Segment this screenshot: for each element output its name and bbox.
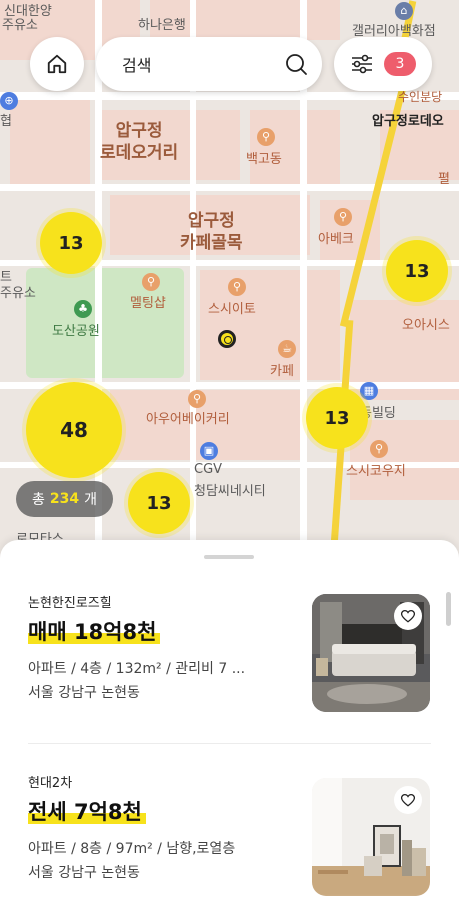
total-count-pill: 총 234 개 xyxy=(16,481,114,517)
road xyxy=(95,0,102,560)
map-label: 도산공원 xyxy=(52,324,100,339)
map-label: 주유소 xyxy=(0,286,36,301)
cluster-marker[interactable]: 13 xyxy=(386,240,448,302)
current-location-marker[interactable] xyxy=(218,330,236,348)
home-icon xyxy=(47,54,67,74)
map-label: 스시이토 xyxy=(208,302,256,317)
map-label: 오아시스 xyxy=(402,318,450,333)
map-label: 협 xyxy=(0,114,12,129)
cluster-marker[interactable]: 13 xyxy=(128,472,190,534)
heart-icon xyxy=(401,609,415,623)
bottom-fade xyxy=(0,894,459,924)
map-label: CGV xyxy=(194,462,223,477)
restaurant-icon: ⚲ xyxy=(188,390,206,408)
map-label: 주유소 xyxy=(2,18,38,33)
listing-name: 논현한진로즈힐 xyxy=(28,596,112,611)
map-label: 압구정 카페골목 xyxy=(180,211,243,253)
map-label: 하나은행 xyxy=(138,18,186,33)
listing-address: 서울 강남구 논현동 xyxy=(28,865,140,881)
listing-price-text: 전세 7억8천 xyxy=(28,800,146,824)
listing-price: 전세 7억8천 xyxy=(28,796,146,826)
listing-thumbnail[interactable] xyxy=(312,778,430,896)
filter-sliders-icon xyxy=(352,54,372,74)
restaurant-icon: ⚲ xyxy=(257,128,275,146)
map-label: 아우어베이커리 xyxy=(146,412,230,427)
road xyxy=(0,184,459,191)
department-store-icon: ⌂ xyxy=(395,2,413,20)
listing-name: 현대2차 xyxy=(28,776,73,791)
search-placeholder: 검색 xyxy=(122,56,152,75)
total-prefix: 총 xyxy=(32,492,45,508)
favorite-button[interactable] xyxy=(394,602,422,630)
subway-icon: ⊕ xyxy=(0,92,18,110)
building-icon: ▦ xyxy=(360,382,378,400)
listing-divider xyxy=(28,743,431,744)
heart-icon xyxy=(401,793,415,807)
cluster-marker[interactable]: 13 xyxy=(306,387,368,449)
map-label: 카페 xyxy=(270,364,294,379)
total-suffix: 개 xyxy=(84,492,98,508)
map-label: 멜팅샵 xyxy=(130,296,166,311)
dosan-park-area xyxy=(26,268,184,378)
cafe-icon: ☕ xyxy=(278,340,296,358)
map-label: 압구정로데오 xyxy=(372,114,444,129)
total-count: 234 xyxy=(49,491,80,507)
listing-address: 서울 강남구 논현동 xyxy=(28,685,140,701)
map-label: 백고동 xyxy=(246,152,282,167)
map-label: 스시코우지 xyxy=(346,464,406,479)
listing-thumbnail[interactable] xyxy=(312,594,430,712)
listing-sheet[interactable]: 논현한진로즈힐 매매 18억8천 아파트 / 4층 / 132m² / 관리비 … xyxy=(0,540,459,924)
park-icon: ♣ xyxy=(74,300,92,318)
map-label: 아베크 xyxy=(318,232,354,247)
listing-price: 매매 18억8천 xyxy=(28,616,161,646)
cinema-icon: ▣ xyxy=(200,442,218,460)
cluster-marker[interactable]: 48 xyxy=(26,382,122,478)
home-button[interactable] xyxy=(30,37,84,91)
search-icon[interactable] xyxy=(284,52,308,76)
app-root: 신대한양 주유소 하나은행 갤러리아백화점 수인분당 압구정로데오 협 압구정 … xyxy=(0,0,459,924)
restaurant-icon: ⚲ xyxy=(370,440,388,458)
sheet-drag-handle[interactable] xyxy=(204,555,254,559)
favorite-button[interactable] xyxy=(394,786,422,814)
restaurant-icon: ⚲ xyxy=(334,208,352,226)
listing-description: 아파트 / 8층 / 97m² / 남향,로열층 xyxy=(28,841,236,857)
search-bar[interactable]: 검색 xyxy=(96,37,322,91)
cluster-marker[interactable]: 13 xyxy=(40,212,102,274)
road xyxy=(0,92,459,100)
restaurant-icon: ⚲ xyxy=(228,278,246,296)
filter-count-badge: 3 xyxy=(384,52,416,76)
listing-price-text: 매매 18억8천 xyxy=(28,620,161,644)
listing-description: 아파트 / 4층 / 132m² / 관리비 7 ... xyxy=(28,661,246,677)
map-label: 청담씨네시티 xyxy=(194,484,266,499)
map-label: 압구정 로데오거리 xyxy=(100,121,179,163)
listing-card[interactable]: 논현한진로즈힐 매매 18억8천 아파트 / 4층 / 132m² / 관리비 … xyxy=(0,580,459,750)
restaurant-icon: ⚲ xyxy=(142,273,160,291)
map-label: 펼 xyxy=(438,172,450,187)
map-block xyxy=(10,100,90,190)
filter-button[interactable]: 3 xyxy=(334,37,432,91)
